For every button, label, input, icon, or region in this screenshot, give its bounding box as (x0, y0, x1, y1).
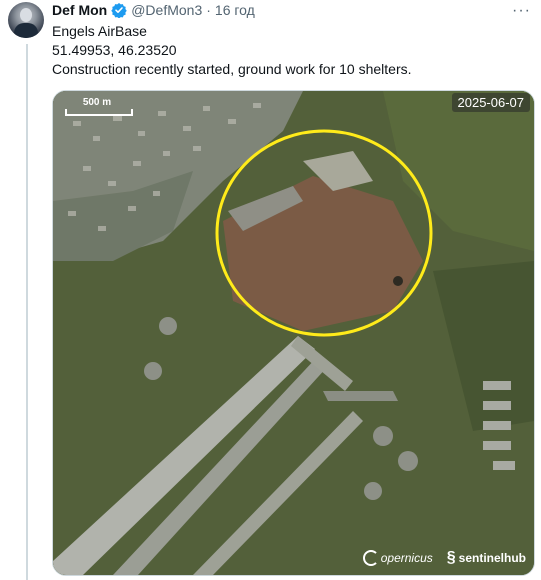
author-name[interactable]: Def Mon (52, 2, 107, 18)
tweet-text: Engels AirBase 51.49953, 46.23520 Constr… (52, 22, 412, 79)
more-options-icon[interactable]: ··· (512, 2, 531, 20)
thread-line (26, 44, 28, 580)
image-date: 2025-06-07 (451, 93, 530, 112)
timestamp[interactable]: 16 год (215, 2, 255, 18)
scale-label: 500 m (82, 97, 112, 108)
copernicus-icon (362, 550, 379, 566)
excavation-pit (393, 276, 403, 286)
taxiway-cross (323, 391, 398, 401)
verified-badge-icon (111, 3, 127, 18)
tweet-line-title: Engels AirBase (52, 23, 147, 39)
avatar-head (20, 8, 32, 22)
image-credit: opernicus § sentinelhub (362, 549, 526, 567)
author-handle[interactable]: @DefMon3 (131, 2, 202, 18)
scale-bar: 500 m (63, 97, 133, 117)
sentinelhub-icon: § (446, 549, 456, 566)
satellite-terrain (53, 91, 534, 575)
scale-bar-line (65, 109, 133, 116)
tweet-header: Def Mon @DefMon3 · 16 год (52, 0, 255, 20)
tweet-line-coordinates: 51.49953, 46.23520 (52, 42, 177, 58)
sentinelhub-text: sentinelhub (458, 551, 526, 565)
tweet-line-description: Construction recently started, ground wo… (52, 61, 412, 77)
copernicus-text: opernicus (380, 551, 433, 565)
avatar[interactable] (8, 2, 44, 38)
avatar-body (14, 23, 38, 38)
satellite-image[interactable]: 500 m 2025-06-07 opernicus § sentinelhub (52, 90, 535, 576)
copernicus-logo: opernicus (362, 550, 433, 566)
separator-dot: · (206, 2, 211, 18)
sentinelhub-logo: § sentinelhub (447, 549, 526, 567)
